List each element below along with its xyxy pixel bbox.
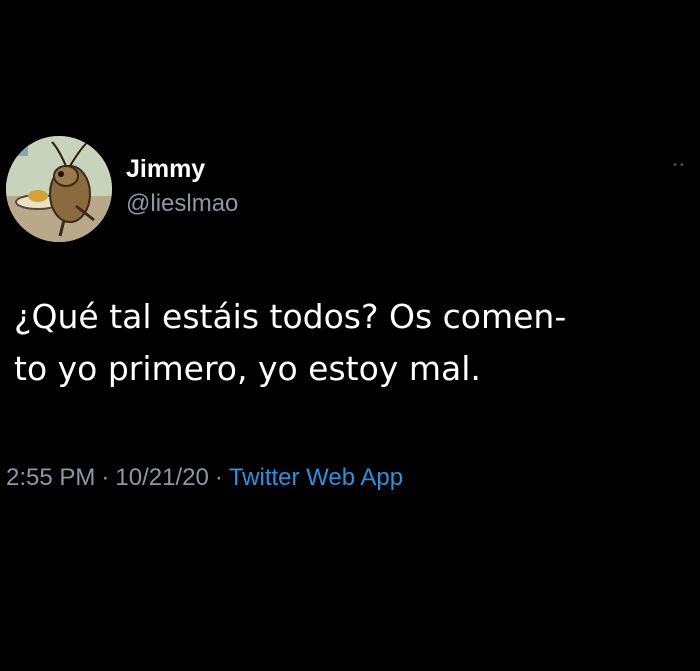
cockroach-avatar-image — [6, 136, 112, 242]
more-icon[interactable]: •• — [672, 160, 686, 171]
user-handle[interactable]: @lieslmao — [126, 188, 238, 220]
tweet-date[interactable]: 10/21/20 — [115, 464, 208, 491]
tweet-text: ¿Qué tal estáis todos? Os comen- to yo p… — [14, 297, 567, 388]
author-names: Jimmy @lieslmao — [126, 154, 238, 220]
meta-separator: · — [214, 464, 223, 491]
tweet: Jimmy @lieslmao •• ¿Qué tal estáis todos… — [0, 0, 700, 671]
tweet-metadata: 2:55 PM · 10/21/20 · Twitter Web App — [6, 460, 403, 496]
tweet-source-link[interactable]: Twitter Web App — [229, 464, 403, 491]
tweet-header: Jimmy @lieslmao — [6, 136, 686, 246]
avatar[interactable] — [6, 136, 112, 242]
tweet-time[interactable]: 2:55 PM — [6, 464, 95, 491]
meta-separator: · — [101, 464, 110, 491]
display-name[interactable]: Jimmy — [126, 154, 238, 184]
